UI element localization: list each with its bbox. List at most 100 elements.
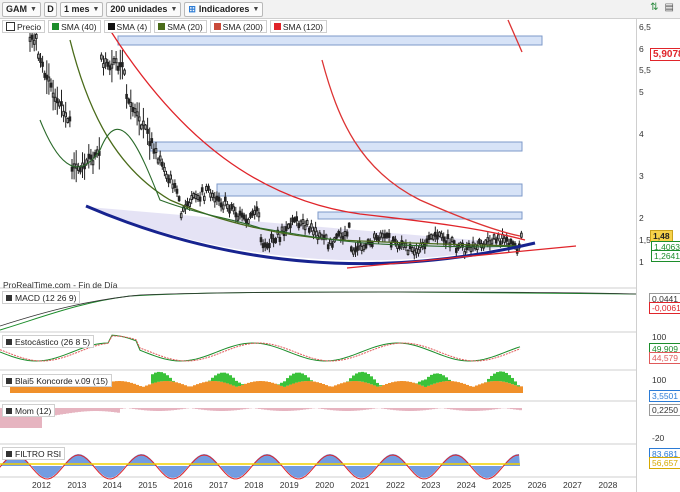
- koncorde-green: [307, 377, 310, 381]
- candle-body: [432, 235, 434, 239]
- panel-toggle[interactable]: [6, 451, 12, 457]
- resistance-zone[interactable]: [217, 184, 522, 196]
- koncorde-green: [427, 377, 430, 386]
- mom-bar: [114, 408, 117, 412]
- koncorde-bar: [127, 382, 130, 393]
- panel-label-mom[interactable]: Mom (12): [2, 404, 55, 417]
- settings-icon[interactable]: ▤: [665, 2, 674, 13]
- koncorde-bar: [112, 381, 115, 393]
- legend-item-sma40[interactable]: SMA (40): [48, 20, 100, 33]
- panel-title: Blai5 Koncorde v.09 (15): [15, 376, 108, 386]
- koncorde-green: [223, 373, 226, 383]
- koncorde-bar: [457, 382, 460, 393]
- x-axis-label: 2028: [598, 480, 617, 490]
- x-axis-label: 2014: [103, 480, 122, 490]
- mom-bar: [471, 408, 474, 411]
- legend-item-sma20[interactable]: SMA (20): [154, 20, 206, 33]
- panel-label-stoch[interactable]: Estocástico (26 8 5): [2, 335, 94, 348]
- resistance-zone[interactable]: [118, 36, 542, 45]
- candle-body: [285, 227, 287, 231]
- x-axis-label: 2015: [138, 480, 157, 490]
- candle-body: [470, 248, 472, 252]
- mom-bar: [261, 408, 264, 409]
- candle-body: [355, 248, 357, 252]
- candle-body: [491, 240, 493, 244]
- chevron-down-icon: ▼: [170, 6, 177, 13]
- panel-label-macd[interactable]: MACD (12 26 9): [2, 291, 80, 304]
- candle-body: [117, 66, 119, 70]
- sma-value-tag: 5,9078: [650, 48, 680, 61]
- candle-body: [374, 234, 376, 238]
- mom-bar: [135, 408, 138, 409]
- legend-item-sma120[interactable]: SMA (120): [270, 20, 327, 33]
- candle-body: [57, 99, 59, 103]
- koncorde-green: [505, 373, 508, 382]
- koncorde-bar: [367, 383, 370, 393]
- trend-up-icon[interactable]: ⇅: [650, 2, 658, 13]
- legend-item-price[interactable]: Precio: [2, 20, 45, 33]
- units-selector[interactable]: 200 unidades ▼: [106, 2, 181, 17]
- koncorde-bar: [397, 381, 400, 393]
- mom-bar: [492, 408, 495, 410]
- mom-bar: [264, 408, 267, 410]
- mom-bar: [369, 408, 372, 409]
- macd-value: -0,0061: [649, 302, 680, 314]
- koncorde-bar: [490, 381, 493, 393]
- x-axis-label: 2024: [457, 480, 476, 490]
- symbol-selector[interactable]: GAM ▼: [2, 2, 41, 17]
- mom-bar: [84, 408, 87, 411]
- mom-bar: [210, 408, 213, 411]
- panel-title: FILTRO RSI: [15, 449, 61, 459]
- resistance-zone[interactable]: [318, 212, 522, 219]
- koncorde-bar: [250, 382, 253, 393]
- chart-canvas[interactable]: [0, 0, 680, 492]
- panel-label-rsi[interactable]: FILTRO RSI: [2, 447, 65, 460]
- period-selector[interactable]: 1 mes ▼: [60, 2, 103, 17]
- koncorde-bar: [388, 383, 391, 393]
- candle-body: [250, 213, 252, 217]
- candle-body: [231, 204, 233, 208]
- axis-tick: 100: [652, 375, 666, 385]
- panel-label-koncorde[interactable]: Blai5 Koncorde v.09 (15): [2, 374, 112, 387]
- koncorde-bar: [223, 383, 226, 393]
- mode-badge[interactable]: D: [44, 2, 57, 17]
- candle-body: [267, 244, 269, 248]
- panel-toggle[interactable]: [6, 408, 12, 414]
- koncorde-green: [241, 384, 244, 385]
- koncorde-green: [355, 373, 358, 381]
- koncorde-bar: [154, 383, 157, 393]
- mom-bar: [390, 408, 393, 410]
- candle-body: [252, 211, 254, 215]
- mom-bar: [93, 408, 96, 411]
- candle-body: [319, 233, 321, 237]
- candle-body: [306, 221, 308, 225]
- koncorde-green: [493, 374, 496, 381]
- mom-bar: [279, 408, 282, 411]
- panel-toggle[interactable]: [6, 295, 12, 301]
- koncorde-bar: [136, 385, 139, 393]
- indicators-button[interactable]: ⊞ Indicadores ▼: [184, 2, 263, 17]
- mom-bar: [408, 408, 411, 411]
- candle-body: [201, 188, 203, 192]
- koncorde-bar: [301, 381, 304, 393]
- candle-body: [92, 161, 94, 165]
- koncorde-bar: [118, 381, 121, 393]
- koncorde-green: [217, 374, 220, 382]
- candle-body: [80, 168, 82, 172]
- panel-toggle[interactable]: [6, 378, 12, 384]
- candle-body: [193, 194, 195, 198]
- koncorde-bar: [481, 383, 484, 393]
- candle-body: [218, 197, 220, 201]
- legend-item-sma200[interactable]: SMA (200): [210, 20, 267, 33]
- panel-toggle[interactable]: [6, 339, 12, 345]
- koncorde-bar: [478, 384, 481, 393]
- candle-body: [298, 224, 300, 228]
- mom-bar: [66, 408, 69, 414]
- koncorde-bar: [235, 387, 238, 393]
- mom-bar: [267, 408, 270, 410]
- legend-item-sma4[interactable]: SMA (4): [104, 20, 152, 33]
- mom-bar: [420, 408, 423, 411]
- koncorde-bar: [286, 386, 289, 393]
- koncorde-green: [358, 372, 361, 381]
- candle-body: [134, 109, 136, 113]
